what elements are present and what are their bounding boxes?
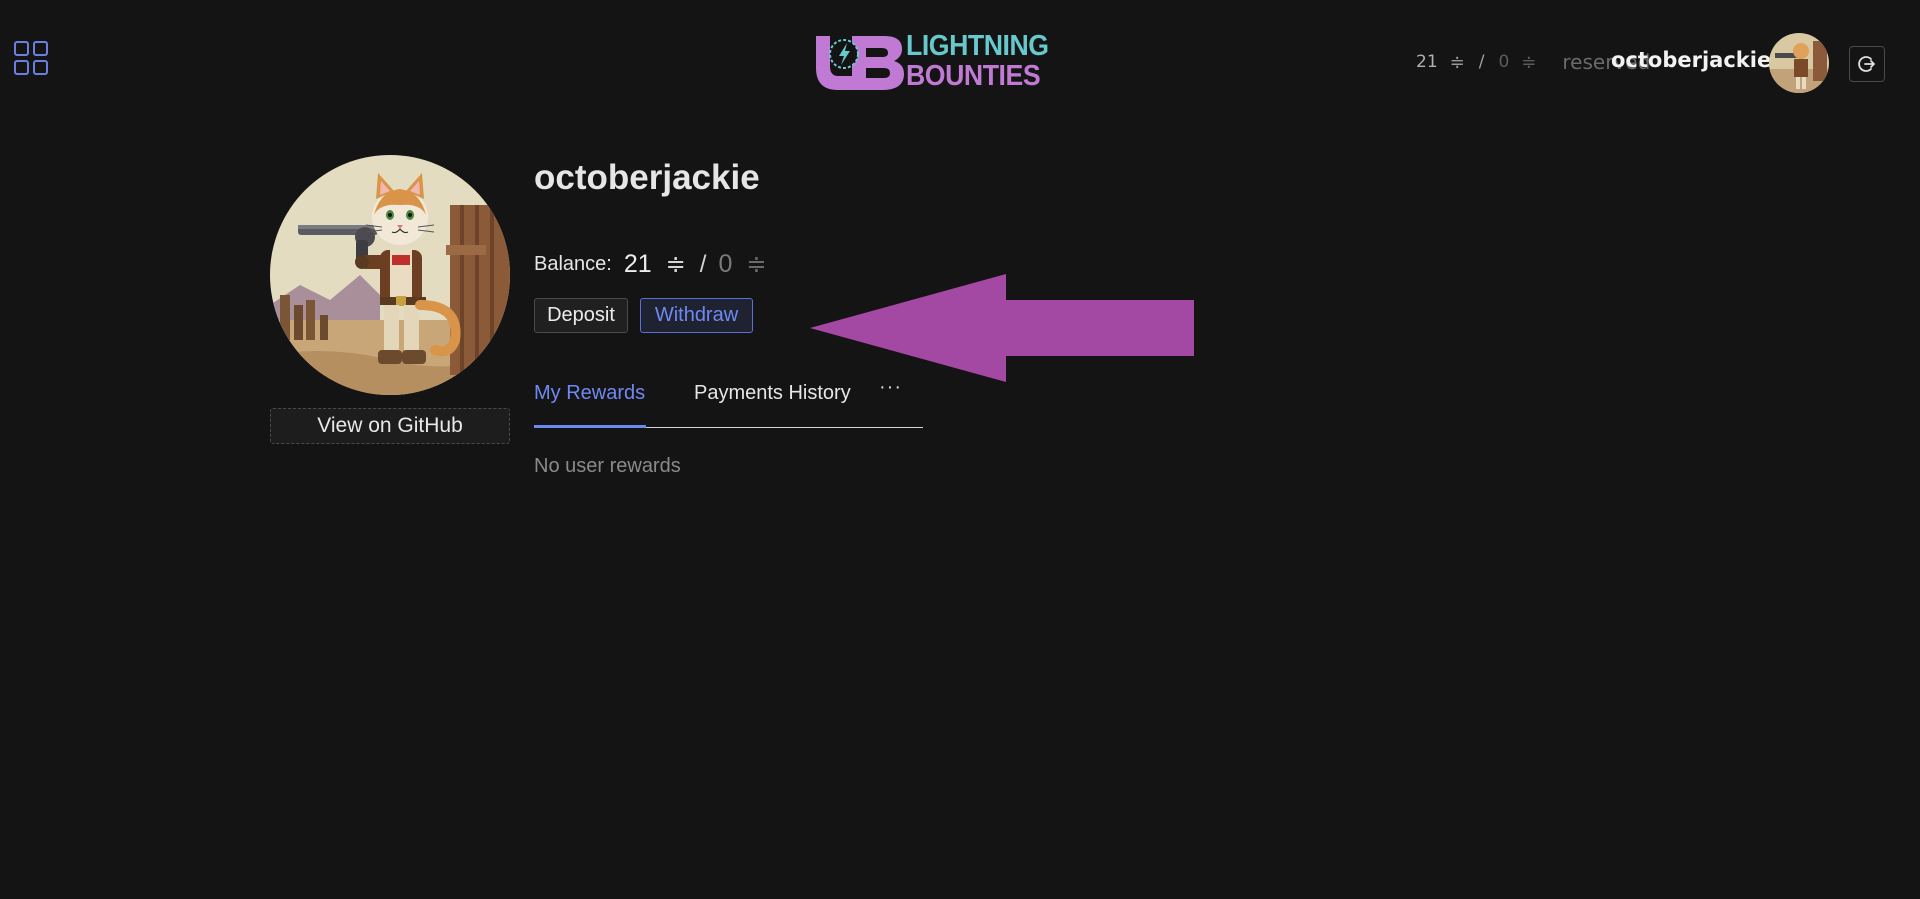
- view-on-github-button[interactable]: View on GitHub: [270, 408, 510, 444]
- withdraw-button[interactable]: Withdraw: [640, 298, 753, 333]
- balance-separator: /: [699, 250, 707, 278]
- profile-avatar: [270, 155, 510, 395]
- profile-tabs: My Rewards Payments History ···: [534, 368, 923, 428]
- grid-icon: [14, 41, 29, 56]
- logout-button[interactable]: [1849, 46, 1885, 82]
- sats-icon: ≑: [1449, 51, 1465, 73]
- balance-available: 21: [623, 250, 652, 278]
- tab-my-rewards[interactable]: My Rewards: [534, 382, 645, 405]
- header-balance-available: 21: [1416, 52, 1438, 72]
- logo-text-lightning: LIGHTNING: [906, 30, 1049, 62]
- sats-icon: ≑: [746, 251, 767, 278]
- logout-icon: [1858, 56, 1875, 72]
- profile-username: octoberjackie: [534, 158, 760, 197]
- apps-menu-button[interactable]: [14, 41, 50, 77]
- sats-icon: ≑: [1521, 51, 1537, 73]
- logo-mark-icon: [816, 36, 904, 90]
- grid-icon: [33, 41, 48, 56]
- user-area: 21 ≑ / 0 ≑ reserved octoberjackie: [1400, 28, 1920, 93]
- deposit-button[interactable]: Deposit: [534, 298, 628, 333]
- logo-text-bounties: BOUNTIES: [906, 60, 1041, 92]
- active-tab-indicator: [534, 425, 646, 428]
- sats-icon: ≑: [665, 251, 686, 278]
- header-avatar[interactable]: [1769, 33, 1829, 93]
- lightning-bounties-logo[interactable]: LIGHTNING BOUNTIES: [812, 28, 1064, 96]
- tab-payments-history[interactable]: Payments History: [694, 382, 851, 405]
- header-username[interactable]: octoberjackie: [1611, 48, 1771, 72]
- header-balance-separator: /: [1478, 52, 1485, 72]
- cowboy-cat-avatar-icon: [270, 155, 510, 395]
- tab-more-button[interactable]: ···: [879, 376, 902, 399]
- cowboy-cat-avatar-icon: [1769, 33, 1829, 93]
- top-header: LIGHTNING BOUNTIES 21 ≑ / 0 ≑ reserved o…: [0, 0, 1920, 120]
- empty-rewards-message: No user rewards: [534, 455, 681, 477]
- balance-label: Balance:: [534, 253, 612, 275]
- header-balance-reserved: 0: [1498, 52, 1510, 72]
- grid-icon: [14, 60, 29, 75]
- balance-reserved: 0: [718, 250, 733, 278]
- balance-row: Balance: 21 ≑ / 0 ≑: [534, 250, 766, 279]
- grid-icon: [33, 60, 48, 75]
